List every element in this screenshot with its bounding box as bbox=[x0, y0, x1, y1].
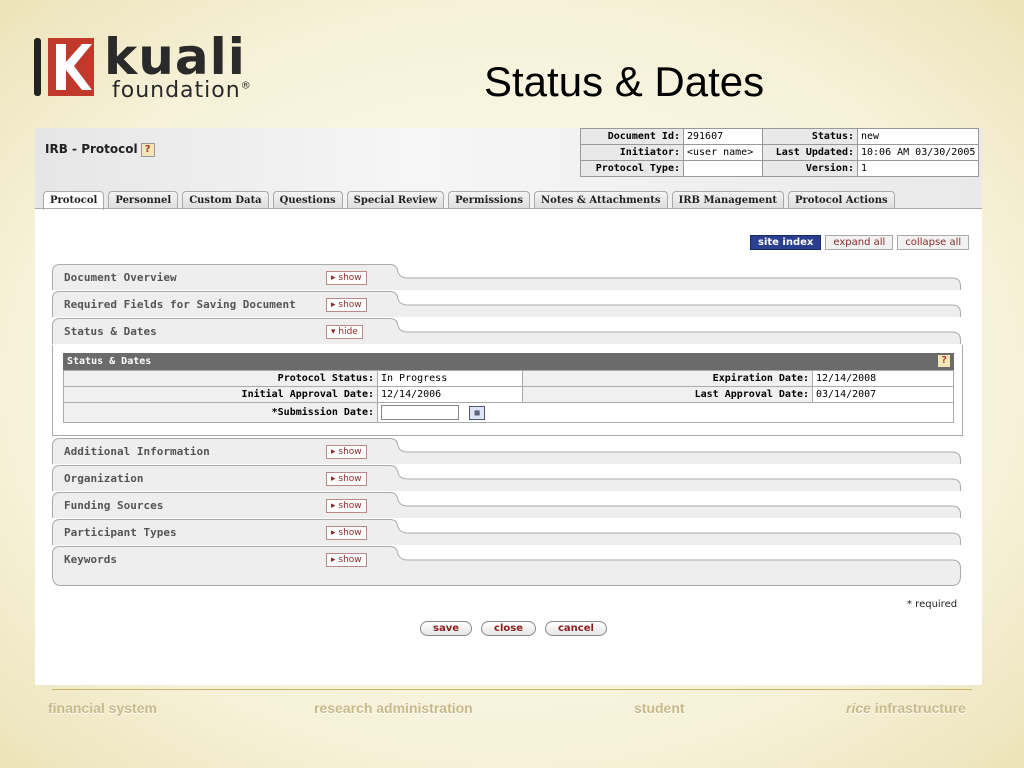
status-dates-table: Protocol Status: In Progress Expiration … bbox=[63, 370, 954, 423]
action-buttons: save close cancel bbox=[420, 621, 607, 636]
logo-k-mark bbox=[48, 38, 94, 96]
help-icon[interactable]: ? bbox=[140, 142, 155, 157]
status-dates-header: Status & Dates ? bbox=[63, 353, 954, 370]
show-toggle-button[interactable]: ▸ show bbox=[326, 472, 367, 486]
section-tab-shape bbox=[52, 465, 961, 491]
initial-approval-value: 12/14/2006 bbox=[377, 386, 523, 403]
protocol-type-value bbox=[683, 160, 763, 177]
section-title: Organization bbox=[64, 472, 144, 485]
section-title: Additional Information bbox=[64, 445, 210, 458]
protocol-status-label: Protocol Status: bbox=[63, 370, 378, 387]
tab-protocol-actions[interactable]: Protocol Actions bbox=[787, 191, 895, 209]
show-toggle-button[interactable]: ▸ show bbox=[326, 298, 367, 312]
initiator-value: <user name> bbox=[683, 144, 763, 161]
kuali-logo: kuali foundation® bbox=[34, 28, 294, 104]
tab-notes-attachments[interactable]: Notes & Attachments bbox=[534, 191, 668, 209]
tab-permissions[interactable]: Permissions bbox=[448, 191, 531, 209]
footer-divider bbox=[52, 689, 972, 690]
footer-financial-system: financial system bbox=[48, 700, 157, 716]
show-toggle-button[interactable]: ▸ show bbox=[326, 526, 367, 540]
tab-custom-data[interactable]: Custom Data bbox=[182, 191, 269, 209]
required-note: * required bbox=[907, 599, 958, 610]
section-required-fields: Required Fields for Saving Document ▸ sh… bbox=[52, 291, 963, 318]
section-tab-shape bbox=[52, 318, 961, 344]
last-approval-value: 03/14/2007 bbox=[812, 386, 954, 403]
show-toggle-button[interactable]: ▸ show bbox=[326, 445, 367, 459]
section-title: Funding Sources bbox=[64, 499, 164, 512]
document-info-table: Document Id: 291607 Status: new Initiato… bbox=[580, 128, 980, 177]
app-window: IRB - Protocol? Document Id: 291607 Stat… bbox=[35, 128, 982, 685]
section-title: Status & Dates bbox=[64, 325, 157, 338]
cancel-button[interactable]: cancel bbox=[544, 621, 607, 636]
version-label: Version: bbox=[762, 160, 858, 177]
section-additional-information: Additional Information ▸ show bbox=[52, 438, 963, 465]
footer-research-administration: research administration bbox=[314, 700, 473, 716]
last-updated-label: Last Updated: bbox=[762, 144, 858, 161]
section-tab-shape bbox=[52, 546, 961, 586]
section-title: Document Overview bbox=[64, 271, 177, 284]
footer-student: student bbox=[634, 700, 685, 716]
status-dates-panel: Status & Dates ? Protocol Status: In Pro… bbox=[52, 345, 963, 436]
sections-panel: Document Overview ▸ show Required Fields… bbox=[52, 264, 963, 586]
section-organization: Organization ▸ show bbox=[52, 465, 963, 492]
section-funding-sources: Funding Sources ▸ show bbox=[52, 492, 963, 519]
expiration-date-label: Expiration Date: bbox=[522, 370, 813, 387]
tab-irb-management[interactable]: IRB Management bbox=[671, 191, 784, 209]
section-title: Participant Types bbox=[64, 526, 177, 539]
collapse-all-button[interactable]: collapse all bbox=[897, 235, 970, 250]
section-document-overview: Document Overview ▸ show bbox=[52, 264, 963, 291]
submission-date-input[interactable] bbox=[381, 405, 459, 420]
submission-date-label: *Submission Date: bbox=[63, 402, 378, 423]
section-status-dates: Status & Dates ▾ hide bbox=[52, 318, 963, 345]
section-tab-shape bbox=[52, 264, 961, 290]
save-button[interactable]: save bbox=[420, 621, 473, 636]
status-value: new bbox=[856, 128, 980, 145]
protocol-status-value: In Progress bbox=[377, 370, 523, 387]
last-approval-label: Last Approval Date: bbox=[522, 386, 813, 403]
protocol-type-label: Protocol Type: bbox=[580, 160, 684, 177]
section-tab-shape bbox=[52, 519, 961, 545]
doc-id-value: 291607 bbox=[683, 128, 763, 145]
show-toggle-button[interactable]: ▸ show bbox=[326, 499, 367, 513]
site-index-button[interactable]: site index bbox=[750, 235, 822, 250]
logo-bar bbox=[34, 38, 41, 96]
section-participant-types: Participant Types ▸ show bbox=[52, 519, 963, 546]
document-header: IRB - Protocol? Document Id: 291607 Stat… bbox=[35, 128, 982, 210]
section-title: Keywords bbox=[64, 553, 117, 566]
help-icon[interactable]: ? bbox=[938, 355, 950, 367]
section-title: Required Fields for Saving Document bbox=[64, 298, 296, 311]
calendar-icon[interactable]: ▦ bbox=[469, 405, 486, 420]
tab-special-review[interactable]: Special Review bbox=[346, 191, 445, 209]
submission-date-cell: ▦ bbox=[377, 402, 954, 423]
doc-id-label: Document Id: bbox=[580, 128, 684, 145]
tab-underline bbox=[35, 208, 982, 209]
footer-rice-infrastructure: rice infrastructure bbox=[846, 700, 966, 716]
slide-footer: financial system research administration… bbox=[48, 700, 972, 722]
last-updated-value: 10:06 AM 03/30/2005 bbox=[856, 144, 980, 161]
show-toggle-button[interactable]: ▸ show bbox=[326, 553, 367, 567]
status-label: Status: bbox=[762, 128, 858, 145]
initial-approval-label: Initial Approval Date: bbox=[63, 386, 378, 403]
hide-toggle-button[interactable]: ▾ hide bbox=[326, 325, 363, 339]
expand-all-button[interactable]: expand all bbox=[825, 235, 894, 250]
section-tab-shape bbox=[52, 492, 961, 518]
logo-sub: foundation® bbox=[112, 78, 252, 103]
slide-title: Status & Dates bbox=[484, 58, 765, 105]
tab-personnel[interactable]: Personnel bbox=[108, 191, 179, 209]
document-title: IRB - Protocol? bbox=[45, 142, 155, 157]
version-value: 1 bbox=[856, 160, 980, 177]
top-buttons: site index expand all collapse all bbox=[750, 235, 970, 250]
show-toggle-button[interactable]: ▸ show bbox=[326, 271, 367, 285]
close-button[interactable]: close bbox=[481, 621, 536, 636]
expiration-date-value: 12/14/2008 bbox=[812, 370, 954, 387]
tab-questions[interactable]: Questions bbox=[272, 191, 343, 209]
bottom-sections: Additional Information ▸ show Organizati… bbox=[52, 438, 963, 586]
initiator-label: Initiator: bbox=[580, 144, 684, 161]
section-keywords: Keywords ▸ show bbox=[52, 546, 963, 586]
